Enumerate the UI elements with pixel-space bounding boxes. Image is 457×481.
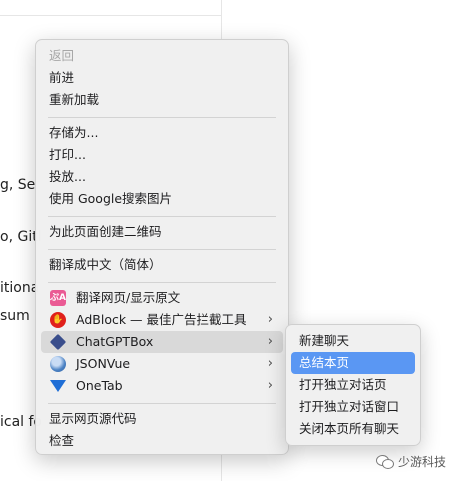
menu-item-save-as[interactable]: 存储为... (41, 122, 283, 144)
adblock-hand-icon: ✋ (50, 312, 66, 328)
submenu-item-label: 总结本页 (299, 355, 350, 370)
menu-item-label: 显示网页源代码 (49, 411, 137, 426)
menu-item-label: 打印... (49, 147, 86, 162)
menu-item-jsonvue[interactable]: JSONVue › (41, 353, 283, 375)
menu-separator (48, 282, 276, 283)
menu-separator (48, 216, 276, 217)
menu-item-label: JSONVue (76, 356, 131, 371)
menu-item-label: 翻译网页/显示原文 (76, 290, 181, 305)
watermark: 少游科技 (376, 453, 446, 470)
menu-item-google-image-search[interactable]: 使用 Google搜索图片 (41, 188, 283, 210)
submenu-item-close-all-chats[interactable]: 关闭本页所有聊天 (291, 418, 415, 440)
wechat-icon (376, 455, 394, 469)
menu-item-cast[interactable]: 投放... (41, 166, 283, 188)
chevron-right-icon: › (267, 356, 273, 371)
jsonvue-icon (50, 356, 66, 372)
menu-item-print[interactable]: 打印... (41, 144, 283, 166)
menu-item-label: ChatGPTBox (76, 334, 154, 349)
chevron-right-icon: › (267, 312, 273, 327)
divider (0, 15, 221, 16)
menu-item-translate-page[interactable]: ぷA 翻译网页/显示原文 (41, 287, 283, 309)
menu-item-chatgptbox[interactable]: ChatGPTBox › (41, 331, 283, 353)
menu-separator (48, 403, 276, 404)
menu-item-onetab[interactable]: OneTab › (41, 375, 283, 397)
menu-item-label: OneTab (76, 378, 123, 393)
context-menu: 返回 前进 重新加载 存储为... 打印... 投放... 使用 Google搜… (35, 39, 289, 455)
submenu-item-label: 关闭本页所有聊天 (299, 421, 400, 436)
menu-separator (48, 249, 276, 250)
menu-item-label: 检查 (49, 433, 75, 448)
menu-item-reload[interactable]: 重新加载 (41, 89, 283, 111)
menu-item-create-qr-code[interactable]: 为此页面创建二维码 (41, 221, 283, 243)
page-text: g, Se (0, 177, 36, 193)
translate-icon: ぷA (50, 290, 66, 306)
menu-item-forward[interactable]: 前进 (41, 67, 283, 89)
menu-item-label: AdBlock — 最佳广告拦截工具 (76, 312, 247, 327)
onetab-icon (50, 380, 66, 392)
page-text: itiona (0, 280, 40, 296)
menu-item-back[interactable]: 返回 (41, 45, 283, 67)
menu-item-label: 为此页面创建二维码 (49, 224, 162, 239)
menu-item-label: 前进 (49, 70, 75, 85)
chevron-right-icon: › (267, 378, 273, 393)
menu-separator (48, 117, 276, 118)
menu-item-label: 存储为... (49, 125, 99, 140)
submenu-item-label: 打开独立对话窗口 (299, 399, 400, 414)
submenu-item-new-chat[interactable]: 新建聊天 (291, 330, 415, 352)
chatgptbox-icon (49, 333, 67, 351)
watermark-text: 少游科技 (398, 455, 447, 469)
submenu-item-open-chat-page[interactable]: 打开独立对话页 (291, 374, 415, 396)
submenu-item-label: 打开独立对话页 (299, 377, 387, 392)
menu-item-label: 翻译成中文（简体） (49, 257, 162, 272)
menu-item-view-source[interactable]: 显示网页源代码 (41, 408, 283, 430)
submenu-item-label: 新建聊天 (299, 333, 350, 348)
menu-item-adblock[interactable]: ✋ AdBlock — 最佳广告拦截工具 › (41, 309, 283, 331)
menu-item-label: 重新加载 (49, 92, 100, 107)
chatgptbox-submenu: 新建聊天 总结本页 打开独立对话页 打开独立对话窗口 关闭本页所有聊天 (285, 324, 421, 446)
chevron-right-icon: › (267, 334, 273, 349)
submenu-item-open-chat-window[interactable]: 打开独立对话窗口 (291, 396, 415, 418)
submenu-item-summarize-page[interactable]: 总结本页 (291, 352, 415, 374)
menu-item-label: 使用 Google搜索图片 (49, 191, 173, 206)
menu-item-label: 返回 (49, 48, 75, 63)
menu-item-translate-chinese[interactable]: 翻译成中文（简体） (41, 254, 283, 276)
menu-item-inspect[interactable]: 检查 (41, 430, 283, 452)
page-text: sum (0, 308, 30, 324)
menu-item-label: 投放... (49, 169, 86, 184)
